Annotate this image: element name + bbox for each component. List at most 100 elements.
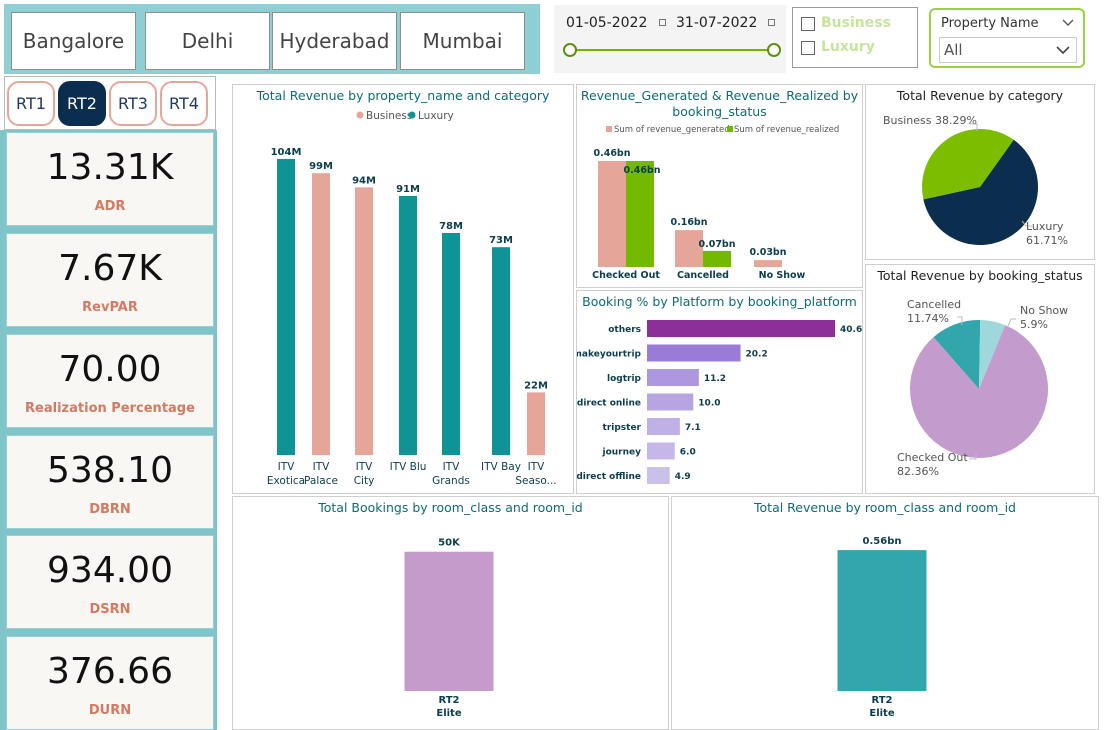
booking-platform-panel: Booking % by Platform by booking_platfor… (576, 290, 863, 494)
data-label: 0.46bn (593, 148, 630, 159)
city-button-hyderabad[interactable]: Hyderabad (272, 12, 397, 70)
chevron-down-icon[interactable] (1062, 19, 1074, 27)
kpi-label: DSRN (89, 602, 131, 617)
chart-title-line: booking_status (672, 104, 767, 119)
property-filter-title: Property Name (941, 16, 1039, 31)
chevron-down-icon[interactable] (1056, 46, 1070, 55)
data-label: 11.2 (704, 374, 726, 384)
luxury-checkbox[interactable] (801, 41, 815, 55)
city-button-delhi[interactable]: Delhi (145, 12, 270, 70)
revenue-by-room-panel: Total Revenue by room_class and room_id … (671, 496, 1099, 730)
y-tick-label: others (608, 325, 641, 335)
bar (837, 550, 927, 691)
bar-generated (754, 260, 782, 267)
bar-realized (703, 250, 731, 267)
chart-title-line: Revenue_Generated & Revenue_Realized by (580, 88, 859, 103)
x-tick-label: Palace (304, 475, 338, 487)
dashboard: Bangalore Delhi Hyderabad Mumbai 01-05-2… (0, 0, 1107, 730)
slice-label-luxury: Luxury (1026, 220, 1064, 233)
end-date-field[interactable]: 31-07-2022 (676, 15, 757, 31)
bar (492, 247, 510, 455)
revenue-by-status-pie: Cancelled11.74% No Show5.9% Checked Out82.… (897, 298, 1068, 478)
city-slicer: Bangalore Delhi Hyderabad Mumbai (4, 4, 540, 74)
kpi-value: 934.00 (47, 550, 173, 591)
bar (355, 187, 373, 455)
kpi-value: 7.67K (58, 248, 162, 289)
kpi-label: RevPAR (82, 300, 138, 315)
legend-swatch-generated (606, 126, 612, 132)
slice-label-no-show-percent: 5.9% (1020, 318, 1048, 331)
bar (647, 344, 741, 362)
bar-generated (598, 161, 626, 267)
data-label: 104M (271, 147, 302, 158)
kpi-label: DBRN (89, 502, 131, 517)
slice-label-cancelled: Cancelled (907, 298, 961, 311)
kpi-label: DURN (88, 703, 132, 718)
revenue-by-status-panel: Total Revenue by booking_status Cancelle… (865, 264, 1095, 494)
x-tick-label: ITV Bay (481, 461, 521, 473)
date-slider-end-handle[interactable] (767, 43, 781, 57)
room-type-button-rt3[interactable]: RT3 (109, 81, 157, 126)
business-checkbox[interactable] (801, 17, 815, 31)
property-dropdown[interactable]: All (939, 37, 1077, 63)
data-label: 7.1 (685, 423, 701, 433)
data-label: 94M (352, 175, 376, 186)
city-button-mumbai[interactable]: Mumbai (400, 12, 525, 70)
x-tick-label: Checked Out (592, 270, 660, 281)
bookings-by-room-panel: Total Bookings by room_class and room_id… (232, 496, 669, 730)
y-tick-label: tripster (603, 423, 642, 433)
calendar-icon[interactable] (659, 19, 666, 26)
x-tick-label: Cancelled (677, 270, 729, 281)
kpi-label: ADR (94, 199, 126, 214)
revenue-by-property-panel: Total Revenue by property_name and categ… (232, 84, 574, 494)
date-range-slicer: 01-05-2022 31-07-2022 (554, 5, 786, 73)
revenue-by-category-panel: Total Revenue by category Business 38.29… (865, 84, 1095, 260)
data-label: 0.03bn (749, 247, 786, 258)
x-tick-label: ITV (443, 461, 461, 473)
revenue-by-category-pie: Business 38.29% Luxury61.71% (883, 114, 1068, 247)
data-label: 0.07bn (698, 239, 735, 250)
x-tick-label: No Show (759, 270, 806, 281)
property-selected-value: All (944, 41, 963, 59)
data-label: 20.2 (746, 350, 768, 360)
booking-platform-chart: others 40.6 makeyourtrip 20.2 logtrip 11.2 dir… (577, 320, 862, 484)
start-date-field[interactable]: 01-05-2022 (566, 15, 647, 31)
y-tick-label: makeyourtrip (577, 350, 642, 360)
date-slider-track[interactable] (570, 49, 774, 51)
bar (647, 467, 670, 484)
luxury-checkbox-label[interactable]: Luxury (821, 39, 875, 55)
data-label: 91M (396, 184, 420, 195)
data-label: 50K (438, 538, 461, 549)
x-tick-label: RT2 (438, 695, 459, 706)
room-type-button-rt1[interactable]: RT1 (7, 81, 55, 126)
city-button-bangalore[interactable]: Bangalore (11, 12, 136, 70)
legend-label-business: Business (366, 110, 412, 122)
bar (277, 158, 295, 455)
generated-vs-realized-panel: Revenue_Generated & Revenue_Realized by … (576, 84, 863, 288)
property-name-filter: Property Name All (929, 8, 1085, 68)
x-tick-label: RT2 (871, 695, 892, 706)
bar (647, 369, 699, 386)
data-label: 4.9 (675, 472, 691, 482)
kpi-card-adr: 13.31K ADR (6, 132, 214, 226)
category-filter: Business Luxury (792, 7, 918, 68)
bar-realized (626, 161, 654, 267)
room-type-selector: RT1 RT2 RT3 RT4 (4, 76, 216, 130)
kpi-value: 13.31K (46, 147, 174, 188)
kpi-card-dbrn: 538.10 DBRN (6, 435, 214, 529)
room-type-button-rt4[interactable]: RT4 (160, 81, 208, 126)
data-label: 0.56bn (863, 536, 902, 547)
slice-label-business: Business 38.29% (883, 114, 977, 127)
x-tick-label: ITV (528, 461, 546, 473)
bar (647, 418, 680, 435)
date-slider-start-handle[interactable] (563, 43, 577, 57)
data-label: 40.6 (840, 325, 862, 335)
bar (404, 551, 494, 691)
slice-label-checked-out: Checked Out (897, 451, 968, 464)
room-type-button-rt2[interactable]: RT2 (58, 81, 106, 126)
calendar-icon[interactable] (768, 19, 775, 26)
kpi-card-durn: 376.66 DURN (6, 636, 214, 730)
data-label: 78M (439, 221, 463, 232)
leader-line (1007, 318, 1016, 327)
business-checkbox-label[interactable]: Business (821, 15, 891, 31)
